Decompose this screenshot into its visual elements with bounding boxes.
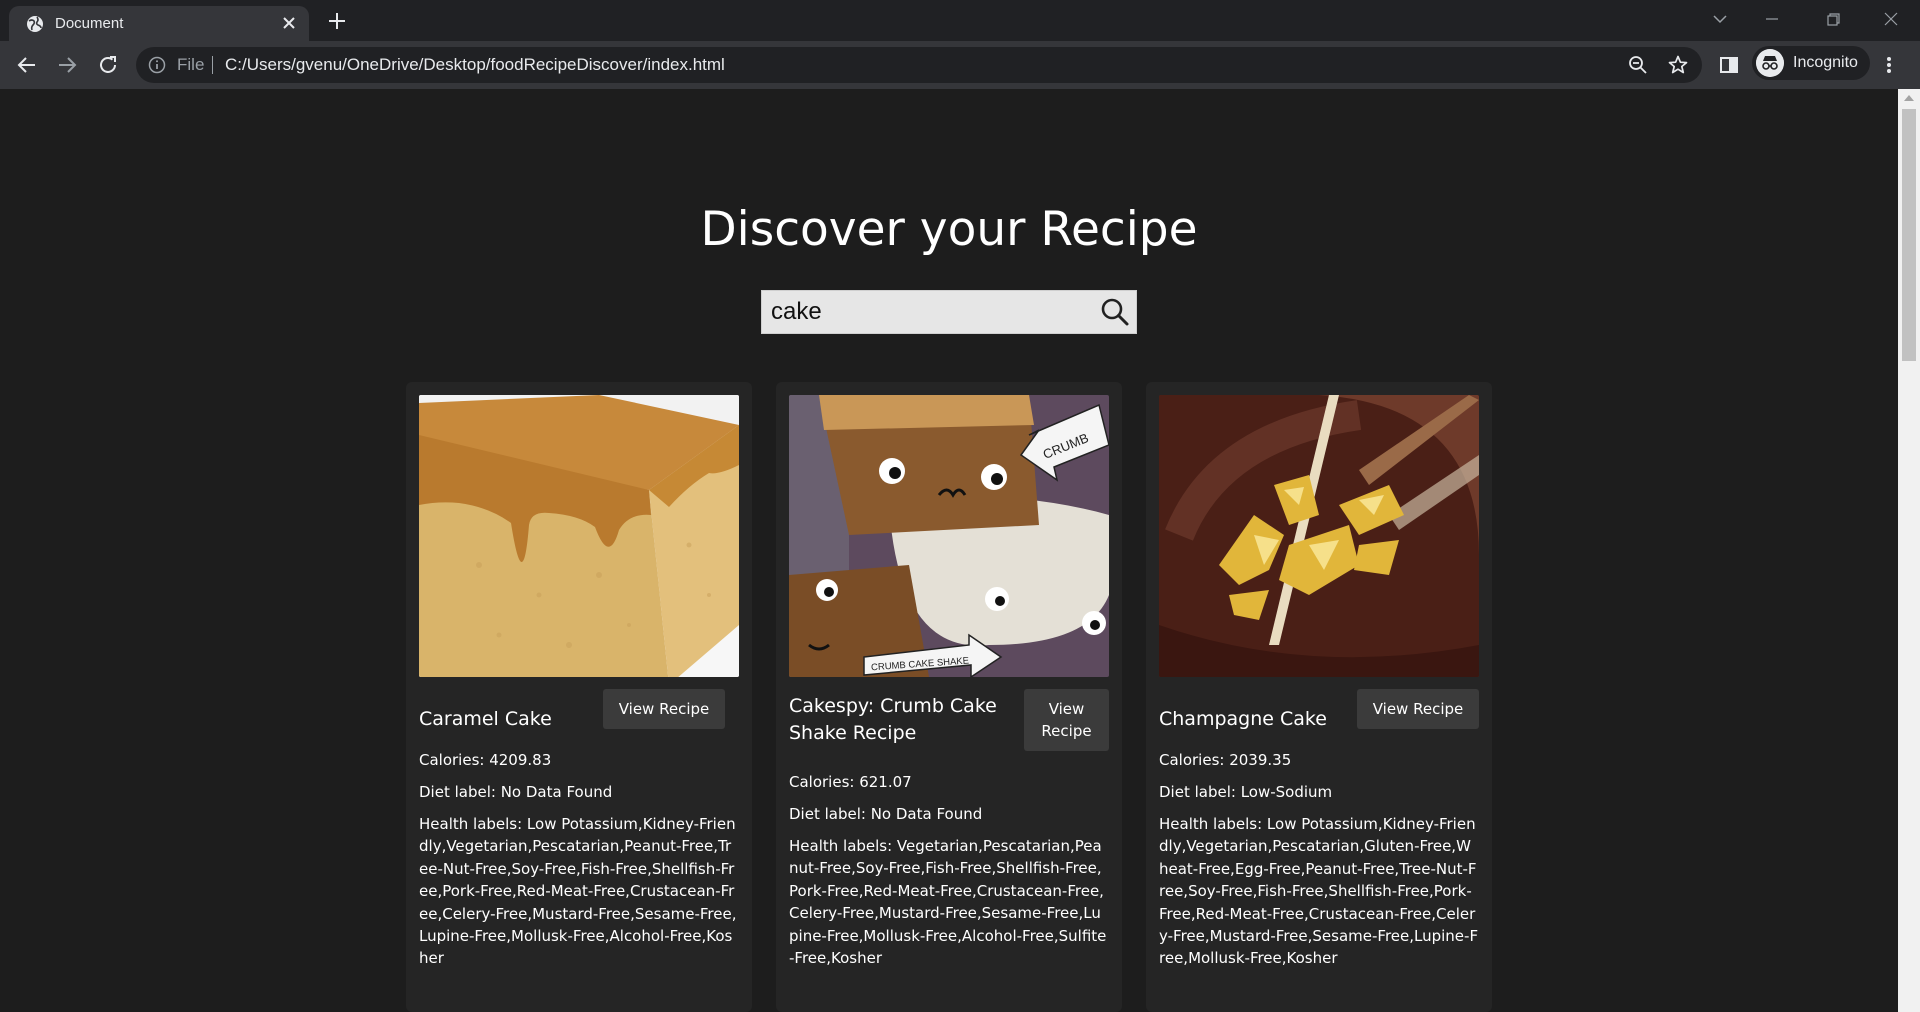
incognito-label: Incognito — [1793, 54, 1858, 71]
recipe-image: CRUMB CRUMB CAKE SHAKE — [789, 395, 1109, 677]
recipe-calories: Calories: 621.07 — [789, 773, 912, 791]
view-recipe-button[interactable]: View Recipe — [603, 689, 725, 729]
forward-arrow-icon[interactable] — [55, 53, 79, 77]
recipe-card: Champagne Cake View Recipe Calories: 203… — [1146, 382, 1492, 1012]
close-window-icon[interactable] — [1877, 7, 1905, 31]
scrollbar-thumb[interactable] — [1902, 109, 1916, 361]
tab-search-icon[interactable] — [1706, 7, 1734, 31]
address-separator — [212, 56, 213, 74]
incognito-icon — [1756, 49, 1784, 77]
globe-icon — [27, 16, 43, 32]
page-title: Discover your Recipe — [700, 202, 1198, 257]
incognito-profile-button[interactable]: Incognito — [1752, 46, 1870, 80]
view-recipe-button[interactable]: View Recipe — [1357, 689, 1479, 729]
recipe-image — [1159, 395, 1479, 677]
file-scheme-label: File — [177, 55, 205, 74]
restore-icon[interactable] — [1819, 7, 1847, 31]
browser-tab-strip: Document — [0, 0, 1920, 41]
recipe-calories: Calories: 2039.35 — [1159, 751, 1292, 769]
reload-icon[interactable] — [96, 53, 120, 77]
info-icon[interactable] — [148, 56, 166, 74]
address-bar[interactable]: File C:/Users/gvenu/OneDrive/Desktop/foo… — [136, 47, 1702, 83]
recipe-calories: Calories: 4209.83 — [419, 751, 552, 769]
back-arrow-icon[interactable] — [15, 53, 39, 77]
minimize-icon[interactable] — [1758, 7, 1786, 31]
tab-title: Document — [55, 15, 124, 32]
search-input[interactable] — [762, 291, 1101, 333]
browser-tab[interactable]: Document — [9, 6, 309, 41]
recipe-diet-label: Diet label: No Data Found — [419, 783, 613, 801]
view-recipe-button[interactable]: View Recipe — [1024, 689, 1109, 751]
recipe-health-labels: Health labels: Low Potassium,Kidney-Frie… — [1159, 815, 1479, 968]
search-icon[interactable] — [1099, 296, 1131, 328]
kebab-menu-icon[interactable] — [1885, 53, 1893, 77]
recipe-image — [419, 395, 739, 677]
recipe-card: Caramel Cake View Recipe Calories: 4209.… — [406, 382, 752, 1012]
side-panel-icon[interactable] — [1717, 53, 1741, 77]
page-content: Discover your Recipe cake Caramel Cake V… — [0, 89, 1898, 1012]
recipe-health-labels: Health labels: Low Potassium,Kidney-Frie… — [419, 815, 737, 968]
scroll-up-arrow-icon[interactable] — [1904, 95, 1914, 101]
recipe-title: Cakespy: Crumb Cake Shake Recipe — [789, 695, 997, 744]
recipe-title: Champagne Cake — [1159, 708, 1327, 730]
url-text[interactable]: C:/Users/gvenu/OneDrive/Desktop/foodReci… — [225, 55, 725, 75]
recipe-title: Caramel Cake — [419, 708, 552, 730]
page-scrollbar[interactable] — [1898, 89, 1920, 1012]
recipe-card: CRUMB CRUMB CAKE SHAKE Cakespy: Crumb Ca… — [776, 382, 1122, 1012]
close-tab-icon[interactable] — [280, 14, 298, 32]
zoom-out-icon[interactable] — [1628, 55, 1648, 75]
recipe-diet-label: Diet label: Low-Sodium — [1159, 783, 1333, 801]
recipe-health-labels: Health labels: Vegetarian,Pescatarian,Pe… — [789, 837, 1107, 968]
search-box — [761, 290, 1137, 334]
new-tab-icon[interactable] — [326, 10, 348, 32]
recipe-diet-label: Diet label: No Data Found — [789, 805, 983, 823]
browser-toolbar: File C:/Users/gvenu/OneDrive/Desktop/foo… — [0, 41, 1920, 89]
bookmark-star-icon[interactable] — [1667, 54, 1689, 76]
